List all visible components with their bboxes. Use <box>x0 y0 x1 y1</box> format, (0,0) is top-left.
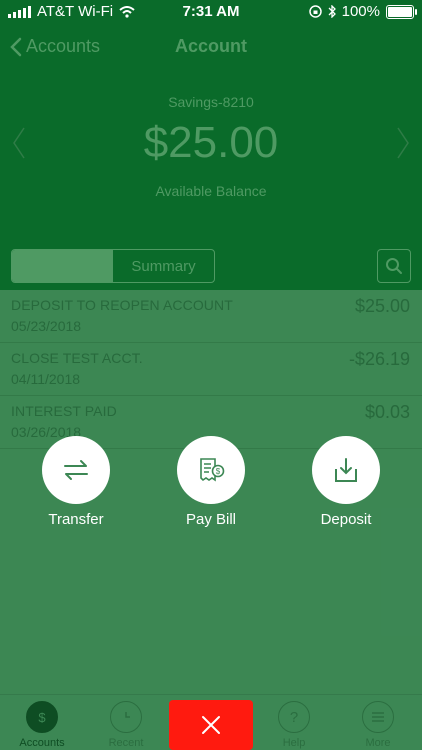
pay-bill-button[interactable]: $ <box>177 436 245 504</box>
status-bar: AT&T Wi-Fi 7:31 AM 100% <box>0 0 422 24</box>
battery-level <box>388 6 412 17</box>
balance-label: Available Balance <box>155 183 267 199</box>
svg-text:$: $ <box>216 467 221 476</box>
next-account-arrow[interactable] <box>396 126 410 167</box>
deposit-action[interactable]: Deposit <box>296 436 396 528</box>
account-header: AT&T Wi-Fi 7:31 AM 100% Accounts Account… <box>0 0 422 290</box>
tab-accounts-label: Accounts <box>19 737 65 749</box>
search-icon <box>386 258 402 274</box>
deposit-download-icon <box>335 458 357 482</box>
close-menu-button[interactable] <box>169 700 253 750</box>
clock-icon <box>110 701 142 733</box>
status-right: 100% <box>308 3 417 20</box>
tab-more-label: More <box>365 737 391 749</box>
tab-accounts[interactable]: $ Accounts <box>0 701 84 749</box>
account-balance: $25.00 <box>143 118 279 167</box>
quick-actions: Transfer $ Pay Bill Deposit <box>0 436 422 536</box>
tab-recent[interactable]: Recent <box>84 701 168 749</box>
segment-summary[interactable]: Summary <box>113 250 214 282</box>
bill-icon: $ <box>200 458 225 482</box>
tab-help-label: Help <box>282 737 306 749</box>
nav-bar: Accounts Account <box>0 30 422 66</box>
tab-more[interactable]: More <box>336 701 420 749</box>
pay-bill-label: Pay Bill <box>185 511 237 528</box>
transfer-label: Transfer <box>48 511 104 528</box>
transfer-action[interactable]: Transfer <box>26 436 126 528</box>
tab-help[interactable]: ? Help <box>252 701 336 749</box>
chevron-right-icon <box>397 127 409 159</box>
help-icon: ? <box>278 701 310 733</box>
view-segment-control: Summary <box>11 249 215 283</box>
account-name: Savings-8210 <box>168 94 254 110</box>
transfer-button[interactable] <box>42 436 110 504</box>
tab-recent-label: Recent <box>108 737 144 749</box>
deposit-label: Deposit <box>320 511 372 528</box>
orientation-lock-icon <box>308 5 322 18</box>
segment-activity[interactable] <box>12 250 113 282</box>
pay-bill-action[interactable]: $ Pay Bill <box>161 436 261 528</box>
transfer-arrows-icon <box>64 460 88 480</box>
bluetooth-icon <box>328 5 336 18</box>
battery-icon <box>386 4 417 19</box>
search-button[interactable] <box>377 249 411 283</box>
deposit-button[interactable] <box>312 436 380 504</box>
battery-percent: 100% <box>341 3 380 20</box>
close-icon <box>202 716 220 734</box>
page-title: Account <box>175 36 247 56</box>
screen: AT&T Wi-Fi 7:31 AM 100% Accounts Account… <box>0 0 422 750</box>
menu-icon <box>362 701 394 733</box>
accounts-icon: $ <box>26 701 58 733</box>
